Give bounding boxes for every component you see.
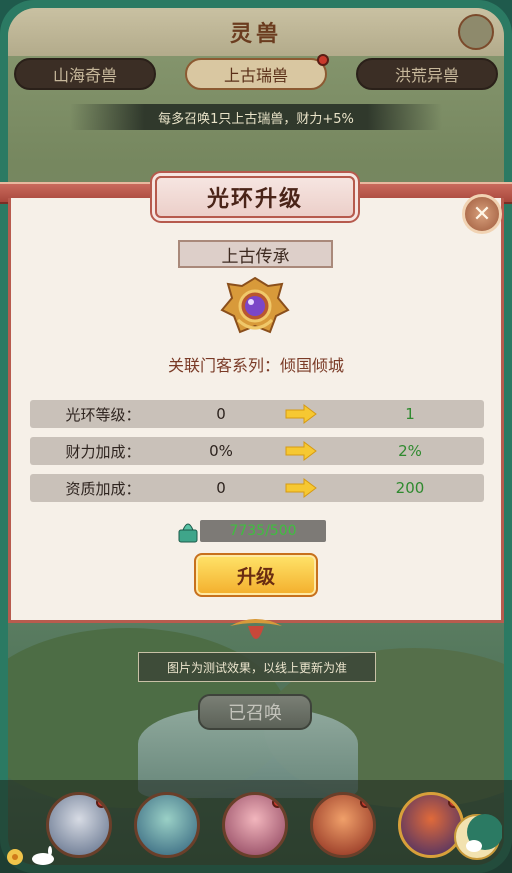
stat-row-aura-level: 光环等级： 0 1 <box>30 400 484 428</box>
summoned-button[interactable]: 已召唤 <box>198 694 312 730</box>
tab-shanggu[interactable]: 上古瑞兽 <box>185 54 329 90</box>
jade-seal-icon <box>178 523 198 543</box>
stat-next: 1 <box>405 405 415 423</box>
corner-ornament-icon <box>458 14 494 50</box>
stat-next: 200 <box>395 479 425 497</box>
rabbit-icon <box>32 846 54 865</box>
red-dot-badge <box>360 797 371 808</box>
red-dot-badge <box>272 797 283 808</box>
arrow-right-icon <box>266 478 336 498</box>
title-bar: 灵兽 <box>8 8 504 56</box>
stat-label: 光环等级： <box>65 405 141 424</box>
flower-icon <box>7 849 23 865</box>
arrow-right-icon <box>266 441 336 461</box>
stat-current: 0 <box>216 405 226 423</box>
category-tabs: 山海奇兽 上古瑞兽 洪荒异兽 <box>14 54 498 94</box>
stat-label: 财力加成： <box>65 442 141 461</box>
close-button[interactable]: ✕ <box>462 194 502 234</box>
beast-azure-dragon[interactable] <box>134 792 200 858</box>
tab-shanhai[interactable]: 山海奇兽 <box>14 58 156 90</box>
tab-honghuang[interactable]: 洪荒异兽 <box>356 58 498 90</box>
tab-label: 洪荒异兽 <box>394 66 459 85</box>
stat-row-aptitude-bonus: 资质加成： 0 200 <box>30 474 484 502</box>
tab-label: 山海奇兽 <box>52 66 117 85</box>
dialog-title: 光环升级 <box>155 176 355 218</box>
stat-row-wealth-bonus: 财力加成： 0% 2% <box>30 437 484 465</box>
red-dot-badge <box>96 797 107 808</box>
red-dot-badge <box>317 54 329 66</box>
beast-pink-fish[interactable] <box>222 792 288 858</box>
cost-progress: 7735/500 <box>200 520 326 542</box>
stat-current: 0 <box>216 479 226 497</box>
upgrade-button[interactable]: 升级 <box>194 553 318 597</box>
close-icon: ✕ <box>472 201 492 227</box>
red-dot-badge <box>448 797 459 808</box>
ribbon-ornament-icon <box>230 619 282 639</box>
related-series-text: 关联门客系列：倾国倾城 <box>167 356 344 375</box>
tab-label: 上古瑞兽 <box>223 66 288 85</box>
bonus-notice: 每多召唤1只上古瑞兽，财力+5% <box>70 104 442 130</box>
test-effect-tip: 图片为测试效果，以线上更新为准 <box>138 652 376 682</box>
purple-orb-emblem-icon <box>220 276 290 334</box>
page-title: 灵兽 <box>229 21 282 47</box>
beast-red-qilin[interactable] <box>310 792 376 858</box>
stat-next: 2% <box>398 442 422 460</box>
moon-rabbit-icon <box>454 814 502 860</box>
stat-label: 资质加成： <box>65 479 141 498</box>
aura-name-plate: 上古传承 <box>178 240 333 268</box>
stat-current: 0% <box>209 442 233 460</box>
arrow-right-icon <box>266 404 336 424</box>
